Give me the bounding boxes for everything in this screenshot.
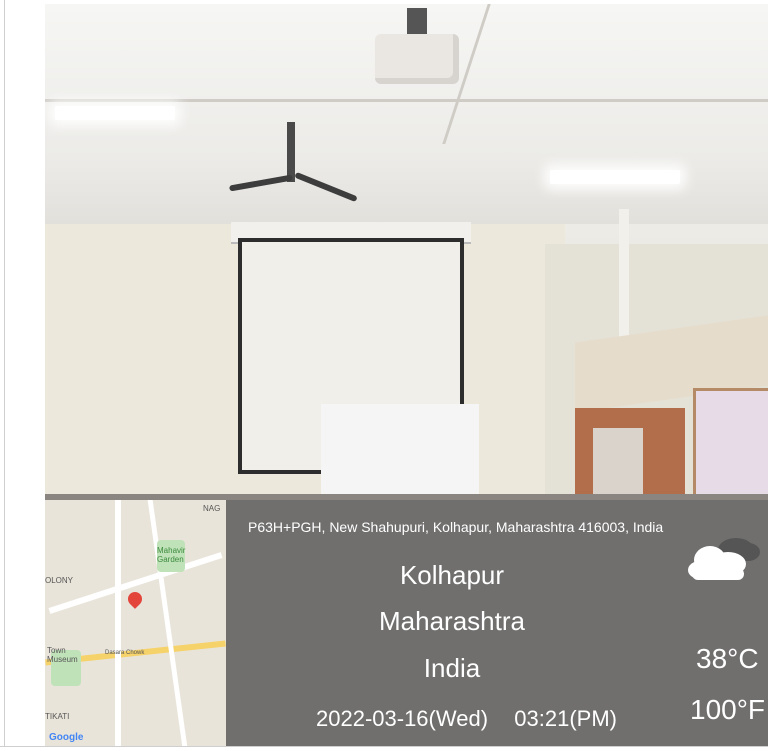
map-label: Town Museum bbox=[47, 646, 78, 664]
location-map: NAG Mahavir Garden OLONY Town Museum Das… bbox=[45, 500, 226, 747]
country-text: India bbox=[423, 653, 481, 683]
photo-frame: NAG Mahavir Garden OLONY Town Museum Das… bbox=[0, 0, 768, 751]
time-text: 03:21(PM) bbox=[514, 706, 617, 731]
map-label: Mahavir Garden bbox=[157, 546, 186, 564]
ceiling-light bbox=[55, 106, 175, 120]
map-label: OLONY bbox=[45, 576, 74, 585]
cloudy-icon bbox=[688, 538, 760, 580]
fan-rod bbox=[287, 122, 295, 182]
map-label: Dasara Chowk bbox=[105, 650, 145, 656]
left-border bbox=[0, 0, 5, 751]
door-glass bbox=[593, 428, 643, 498]
whiteboard bbox=[321, 404, 479, 504]
bottom-border bbox=[0, 746, 768, 751]
location-pin-icon bbox=[125, 589, 145, 609]
city-text: Kolhapur bbox=[399, 560, 505, 590]
google-logo: Google bbox=[49, 732, 84, 743]
address-text: P63H+PGH, New Shahupuri, Kolhapur, Mahar… bbox=[248, 519, 664, 535]
map-label: TIKATI bbox=[45, 712, 70, 721]
projector bbox=[375, 34, 459, 84]
map-road bbox=[115, 500, 121, 747]
ceiling-beam bbox=[45, 99, 768, 102]
temperature-fahrenheit: 100°F bbox=[690, 694, 766, 725]
map-label: NAG bbox=[203, 504, 221, 513]
map-road bbox=[147, 500, 188, 747]
date-text: 2022-03-16(Wed) bbox=[316, 706, 489, 731]
state-text: Maharashtra bbox=[379, 606, 525, 636]
ceiling-light bbox=[550, 170, 680, 184]
datetime: 2022-03-16(Wed) 03:21(PM) bbox=[316, 706, 617, 732]
temperature-celsius: 38°C bbox=[696, 643, 759, 674]
